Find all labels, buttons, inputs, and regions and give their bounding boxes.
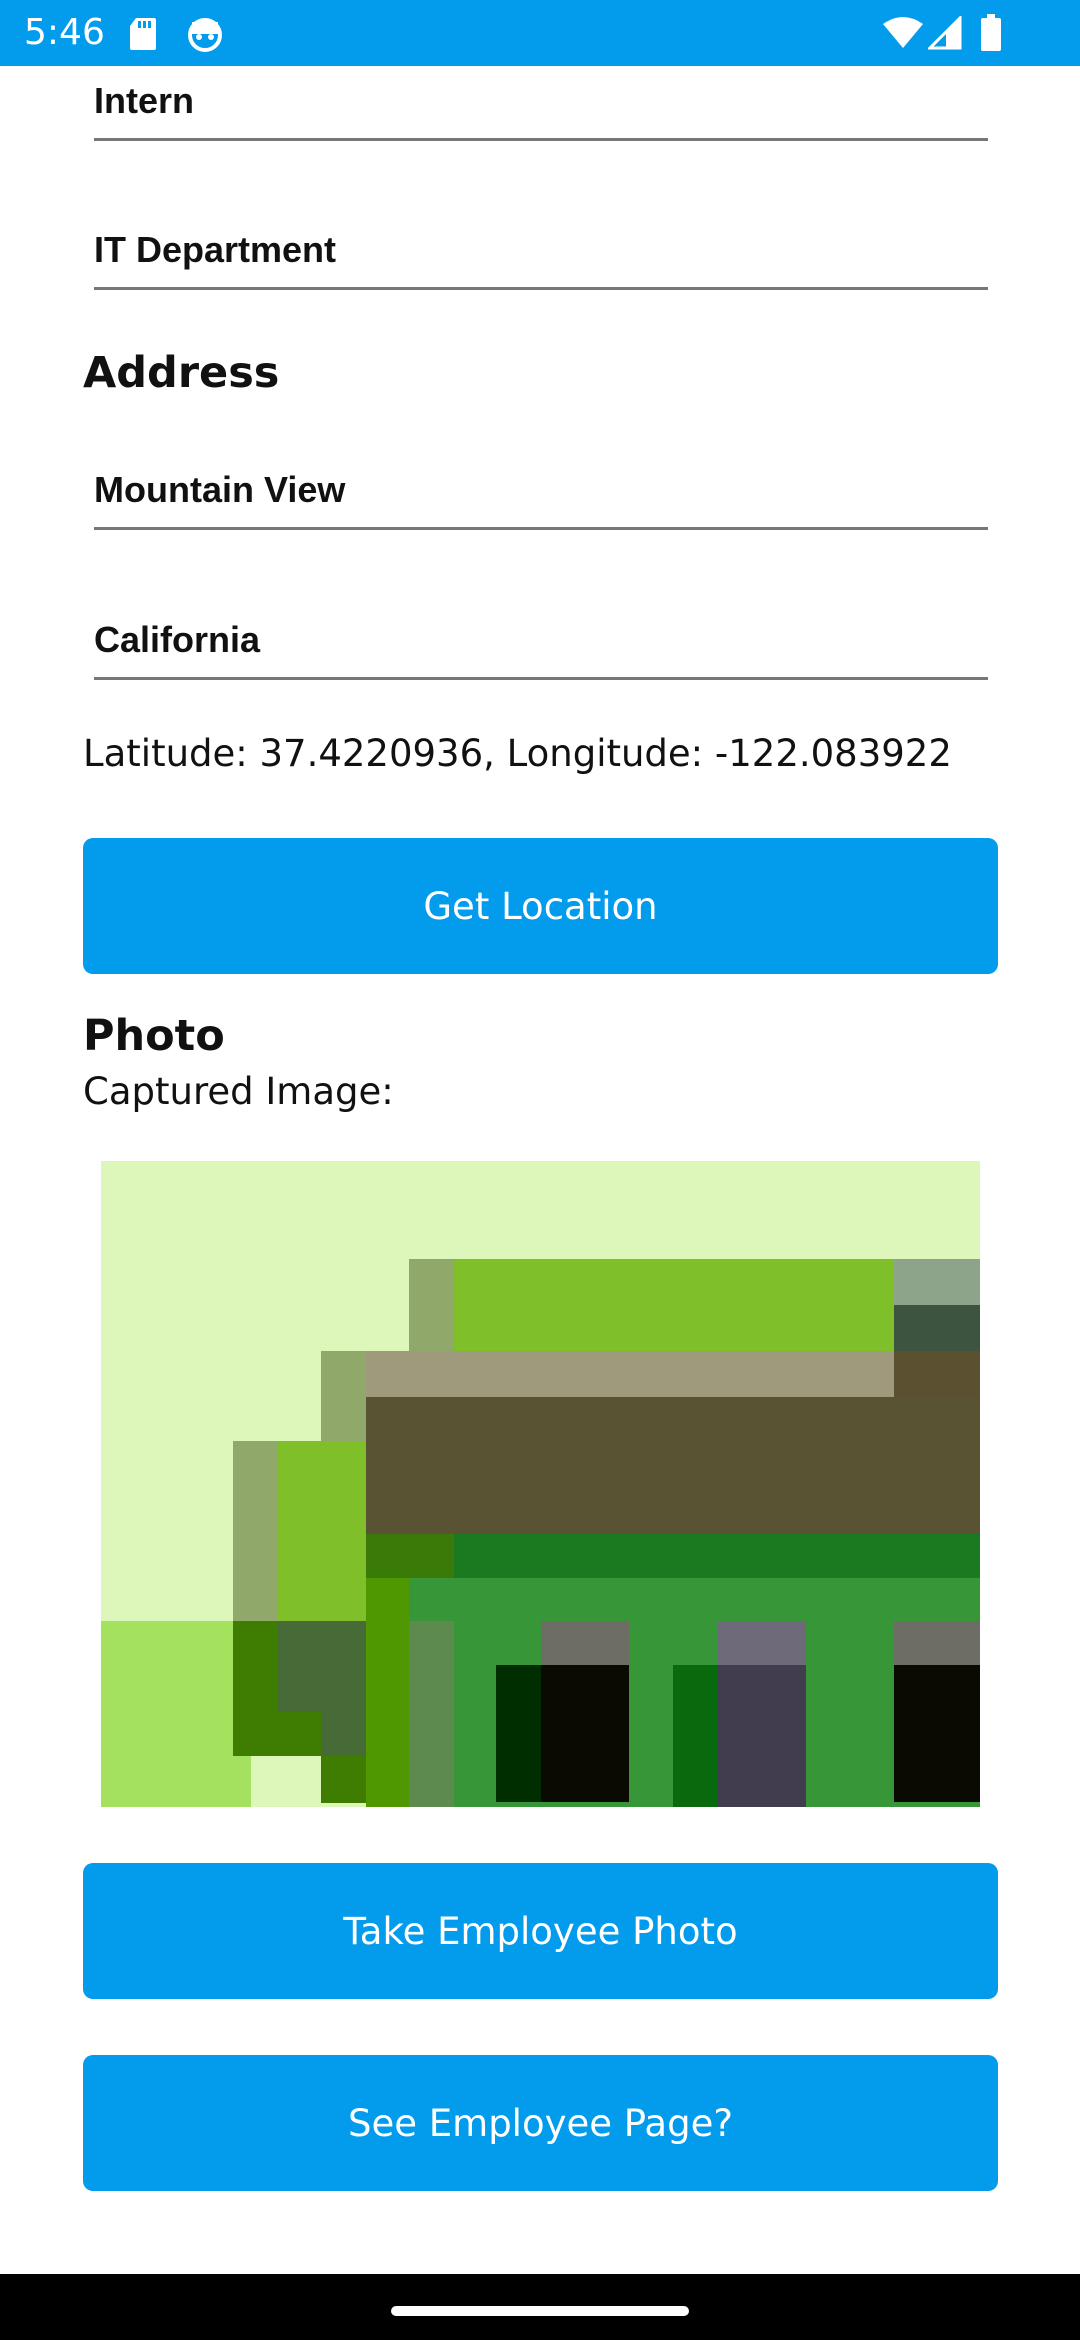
photo-heading: Photo <box>83 1011 225 1061</box>
address-heading: Address <box>83 348 280 398</box>
battery-icon <box>981 14 1001 51</box>
sd-card-icon <box>130 18 156 50</box>
get-location-button[interactable]: Get Location <box>83 838 998 974</box>
captured-image-label: Captured Image: <box>83 1070 394 1113</box>
home-gesture-handle[interactable] <box>391 2306 689 2316</box>
wifi-icon <box>883 17 923 48</box>
captured-photo-image <box>101 1161 980 1807</box>
city-value: Mountain View <box>94 469 346 510</box>
department-value: IT Department <box>94 229 337 270</box>
job-title-value: Intern <box>94 80 195 121</box>
take-employee-photo-button[interactable]: Take Employee Photo <box>83 1863 998 1999</box>
status-time: 5:46 <box>24 12 105 53</box>
state-field[interactable]: California <box>94 619 988 680</box>
form-scroll-content[interactable]: Intern IT Department Address Mountain Vi… <box>0 66 1080 2274</box>
state-value: California <box>94 619 261 660</box>
location-coordinates-text: Latitude: 37.4220936, Longitude: -122.08… <box>83 732 952 775</box>
status-bar: 5:46 <box>0 0 1080 66</box>
city-field[interactable]: Mountain View <box>94 469 988 530</box>
android-debug-icon <box>188 18 222 52</box>
department-field[interactable]: IT Department <box>94 229 988 290</box>
job-title-field[interactable]: Intern <box>94 80 988 141</box>
cell-signal-icon <box>928 16 962 50</box>
navigation-bar <box>0 2274 1080 2340</box>
see-employee-page-button[interactable]: See Employee Page? <box>83 2055 998 2191</box>
